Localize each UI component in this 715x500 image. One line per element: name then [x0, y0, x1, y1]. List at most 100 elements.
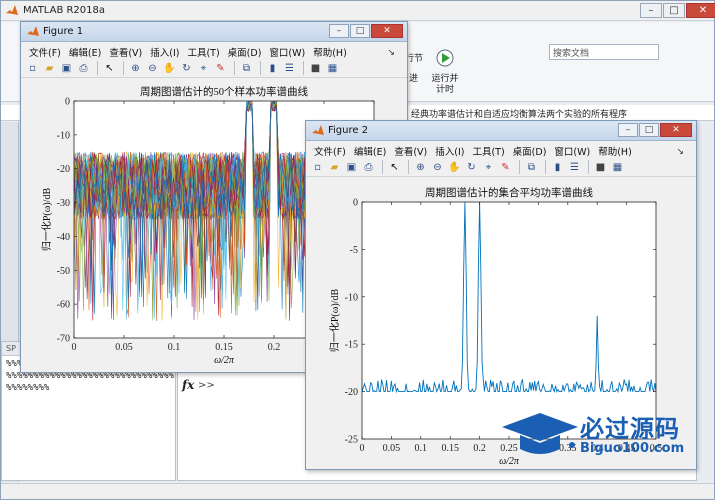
pointer-icon[interactable]: ↖	[102, 61, 117, 76]
close-button[interactable]: ✕	[686, 3, 715, 18]
menu-help[interactable]: 帮助(H)	[311, 42, 353, 59]
history-line[interactable]: %%%%%%%%	[6, 382, 171, 394]
matlab-title-bar: MATLAB R2018a – □ ✕	[1, 1, 715, 21]
pointer-icon[interactable]: ↖	[387, 160, 402, 175]
open-icon[interactable]: ▰	[42, 61, 57, 76]
chart-title: 周期图谱估计的50个样本功率谱曲线	[140, 85, 308, 98]
colorbar-icon[interactable]: ▮	[550, 160, 565, 175]
minimize-button[interactable]: –	[329, 24, 349, 38]
y-tick-label: -20	[57, 164, 70, 175]
y-axis-label: 归一化P(ω)/dB	[40, 188, 53, 252]
save-icon[interactable]: ▣	[344, 160, 359, 175]
maximize-button[interactable]: □	[639, 123, 659, 137]
y-tick-label: -25	[345, 435, 358, 446]
watermark: 必过源码 Biguo100.com	[500, 405, 710, 465]
colorbar-icon[interactable]: ▮	[265, 61, 280, 76]
close-button[interactable]: ✕	[371, 24, 403, 38]
y-axis-label: 归一化P(ω)/dB	[328, 289, 341, 353]
plot-area	[362, 202, 656, 439]
dock-icon[interactable]: ↘	[674, 144, 690, 157]
chart-title: 周期图谱估计的集合平均功率谱曲线	[425, 186, 593, 199]
menu-view[interactable]: 查看(V)	[392, 141, 433, 158]
menu-view[interactable]: 查看(V)	[107, 42, 148, 59]
new-file-icon[interactable]: ▫	[310, 160, 325, 175]
menu-insert[interactable]: 插入(I)	[433, 141, 470, 158]
advance-button[interactable]: 进	[409, 74, 418, 85]
y-tick-label: -15	[345, 340, 358, 351]
menu-file[interactable]: 文件(F)	[312, 141, 352, 158]
dock-icon[interactable]: ↘	[385, 45, 401, 58]
run-and-time-button[interactable]: 运行并 计时	[429, 46, 461, 96]
x-tick-label: 0.15	[215, 342, 233, 353]
minimize-button[interactable]: –	[618, 123, 638, 137]
print-icon[interactable]: ⎙	[361, 160, 376, 175]
maximize-button[interactable]: □	[350, 24, 370, 38]
y-tick-label: 0	[65, 97, 70, 108]
menu-help[interactable]: 帮助(H)	[596, 141, 638, 158]
minimize-button[interactable]: –	[640, 3, 662, 18]
figure2-menu-bar: 文件(F) 编辑(E) 查看(V) 插入(I) 工具(T) 桌面(D) 窗口(W…	[306, 141, 696, 158]
x-tick-label: 0.05	[383, 443, 401, 454]
zoom-in-icon[interactable]: ⊕	[413, 160, 428, 175]
y-tick-label: 0	[353, 198, 358, 209]
legend-icon[interactable]: ☰	[567, 160, 582, 175]
print-icon[interactable]: ⎙	[76, 61, 91, 76]
status-bar	[1, 483, 714, 499]
save-icon[interactable]: ▣	[59, 61, 74, 76]
hide-plot-tools-icon[interactable]: ■	[308, 61, 323, 76]
zoom-in-icon[interactable]: ⊕	[128, 61, 143, 76]
show-plot-tools-icon[interactable]: ▦	[325, 61, 340, 76]
show-plot-tools-icon[interactable]: ▦	[610, 160, 625, 175]
x-tick-label: 0	[360, 443, 365, 454]
function-browser-icon[interactable]: fx	[182, 378, 194, 392]
open-icon[interactable]: ▰	[327, 160, 342, 175]
y-tick-label: -20	[345, 387, 358, 398]
link-icon[interactable]: ⧉	[524, 160, 539, 175]
x-tick-label: 0.2	[473, 443, 486, 454]
data-cursor-icon[interactable]: ⌖	[481, 160, 496, 175]
advance-label: 进	[409, 74, 419, 84]
brush-icon[interactable]: ✎	[498, 160, 513, 175]
y-tick-label: -30	[57, 198, 70, 209]
menu-edit[interactable]: 编辑(E)	[352, 141, 392, 158]
y-tick-label: -10	[345, 292, 358, 303]
zoom-out-icon[interactable]: ⊖	[145, 61, 160, 76]
x-tick-label: 0	[72, 342, 77, 353]
y-tick-label: -60	[57, 300, 70, 311]
y-tick-label: -5	[350, 245, 358, 256]
rotate-icon[interactable]: ↻	[179, 61, 194, 76]
menu-desktop[interactable]: 桌面(D)	[511, 141, 553, 158]
hide-plot-tools-icon[interactable]: ■	[593, 160, 608, 175]
x-axis-label: ω/2π	[214, 355, 235, 366]
brush-icon[interactable]: ✎	[213, 61, 228, 76]
menu-edit[interactable]: 编辑(E)	[67, 42, 107, 59]
data-cursor-icon[interactable]: ⌖	[196, 61, 211, 76]
maximize-button[interactable]: □	[663, 3, 685, 18]
menu-window[interactable]: 窗口(W)	[552, 141, 596, 158]
menu-desktop[interactable]: 桌面(D)	[226, 42, 268, 59]
link-icon[interactable]: ⧉	[239, 61, 254, 76]
pan-icon[interactable]: ✋	[162, 61, 177, 76]
menu-tools[interactable]: 工具(T)	[470, 141, 510, 158]
menu-file[interactable]: 文件(F)	[27, 42, 67, 59]
command-prompt: >>	[198, 380, 215, 391]
zoom-out-icon[interactable]: ⊖	[430, 160, 445, 175]
rotate-icon[interactable]: ↻	[464, 160, 479, 175]
run-and-time-icon	[436, 49, 454, 67]
menu-insert[interactable]: 插入(I)	[148, 42, 185, 59]
pan-icon[interactable]: ✋	[447, 160, 462, 175]
figure2-toolbar: ▫ ▰ ▣ ⎙ ↖ ⊕ ⊖ ✋ ↻ ⌖ ✎ ⧉ ▮ ☰ ■ ▦	[306, 158, 696, 177]
matlab-logo-icon	[6, 5, 18, 15]
new-file-icon[interactable]: ▫	[25, 61, 40, 76]
watermark-url: Biguo100.com	[580, 441, 685, 456]
search-input[interactable]: 搜索文档	[549, 44, 659, 60]
run-and-time-label: 运行并 计时	[431, 74, 459, 95]
legend-icon[interactable]: ☰	[282, 61, 297, 76]
y-tick-label: -70	[57, 334, 70, 345]
figure1-title-bar: Figure 1 – □ ✕	[21, 22, 407, 42]
figure1-title: Figure 1	[43, 26, 84, 37]
menu-window[interactable]: 窗口(W)	[267, 42, 311, 59]
close-button[interactable]: ✕	[660, 123, 692, 137]
menu-tools[interactable]: 工具(T)	[185, 42, 225, 59]
y-tick-label: -50	[57, 266, 70, 277]
